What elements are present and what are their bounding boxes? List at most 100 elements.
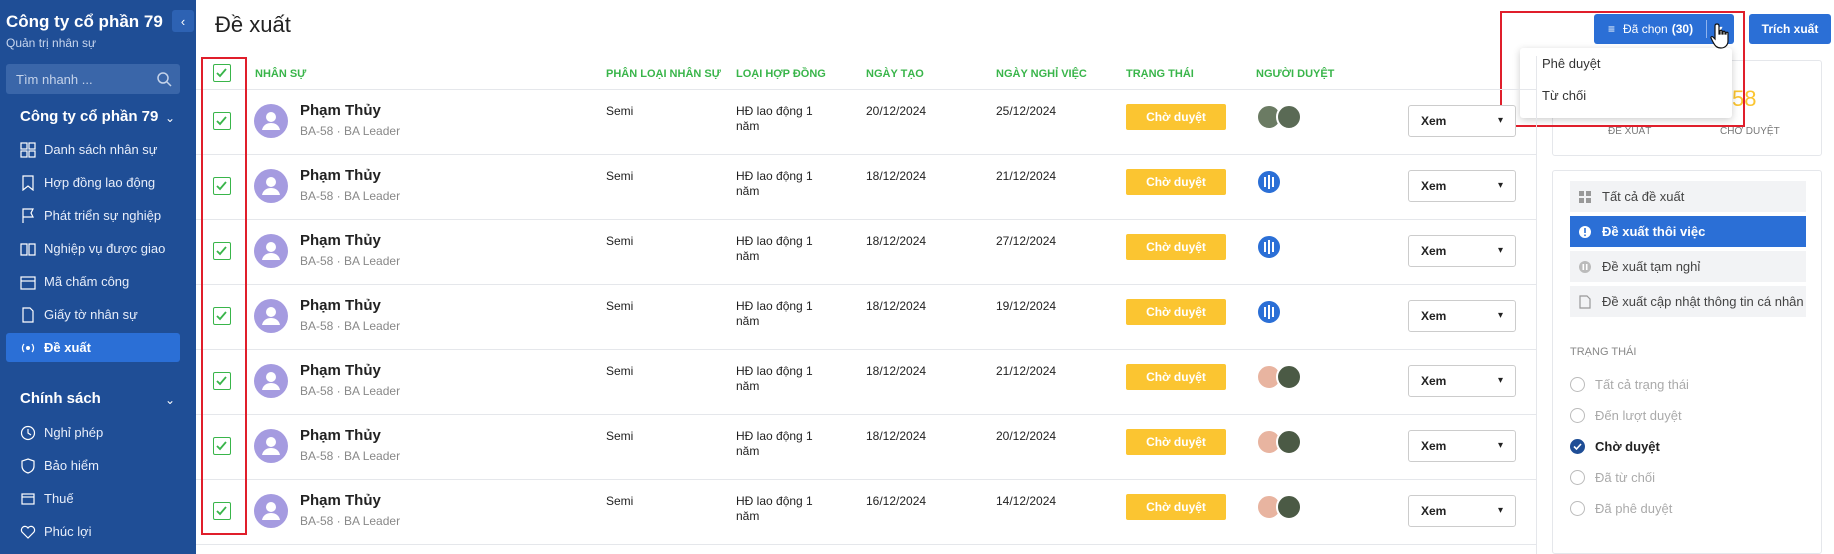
view-action-label: Xem	[1421, 114, 1447, 128]
status-filter-approved[interactable]: Đã phê duyệt	[1570, 498, 1672, 518]
caret-down-icon: ▾	[1497, 310, 1503, 321]
category-temporary-leave[interactable]: Đề xuất tạm nghỉ	[1570, 251, 1806, 282]
group-company[interactable]: Công ty cổ phần 79	[20, 108, 158, 125]
employee-name[interactable]: Phạm Thủy	[300, 362, 381, 379]
table-row[interactable]: Phạm Thủy BA-58 · BA Leader Semi HĐ lao …	[196, 350, 1536, 415]
created-date: 18/12/2024	[866, 429, 927, 443]
status-badge: Chờ duyệt	[1126, 494, 1226, 520]
table-row[interactable]: Phạm Thủy BA-58 · BA Leader Semi HĐ lao …	[196, 415, 1536, 480]
view-action-select[interactable]: Xem ▾	[1408, 235, 1516, 267]
approver-avatar	[1276, 429, 1302, 455]
column-created-date: NGÀY TẠO	[866, 68, 924, 80]
view-action-select[interactable]: Xem ▾	[1408, 105, 1516, 137]
approver-avatar	[1256, 234, 1282, 260]
status-filter-label: Đã từ chối	[1595, 469, 1656, 485]
sidebar-item-proposals[interactable]: Đề xuất	[6, 333, 180, 362]
contract-line-1: HĐ lao động 1	[736, 104, 813, 118]
category-update-info[interactable]: Đề xuất cập nhật thông tin cá nhân	[1570, 286, 1806, 317]
contract-line-2: năm	[736, 249, 760, 263]
employee-name[interactable]: Phạm Thủy	[300, 102, 381, 119]
created-date: 18/12/2024	[866, 169, 927, 183]
column-approver: NGƯỜI DUYỆT	[1256, 68, 1335, 80]
sidebar-item-employees[interactable]: Danh sách nhân sự	[6, 135, 180, 164]
hand-cursor-icon	[1710, 23, 1729, 49]
approver-avatar	[1256, 169, 1282, 195]
employee-name[interactable]: Phạm Thủy	[300, 297, 381, 314]
sidebar-item-benefits[interactable]: Phúc lợi	[6, 517, 180, 546]
clock-icon	[20, 425, 36, 440]
category-resignation[interactable]: Đề xuất thôi việc	[1570, 216, 1806, 247]
chevron-down-icon[interactable]: ⌄	[165, 111, 175, 125]
alert-icon	[1579, 225, 1591, 238]
employee-type: Semi	[606, 169, 634, 183]
contract-line-1: HĐ lao động 1	[736, 429, 813, 443]
caret-down-icon: ▾	[1497, 245, 1503, 256]
avatar	[254, 104, 288, 138]
table-row[interactable]: Phạm Thủy BA-58 · BA Leader Semi HĐ lao …	[196, 155, 1536, 220]
contract-type: HĐ lao động 1 năm	[736, 364, 813, 394]
stat-label-proposals: ĐỀ XUẤT	[1608, 126, 1652, 137]
approver-avatar	[1276, 104, 1302, 130]
chevron-left-icon: ‹	[180, 13, 186, 29]
view-action-select[interactable]: Xem ▾	[1408, 300, 1516, 332]
table-row[interactable]: Phạm Thủy BA-58 · BA Leader Semi HĐ lao …	[196, 220, 1536, 285]
employee-code-role: BA-58 · BA Leader	[300, 384, 401, 398]
radio-icon	[1570, 469, 1585, 485]
sidebar-item-label: Nghiệp vụ được giao	[44, 241, 166, 256]
category-label: Đề xuất thôi việc	[1602, 224, 1706, 239]
employee-type: Semi	[606, 234, 634, 248]
radio-icon	[1570, 376, 1585, 392]
status-filter-label: Tất cả trạng thái	[1595, 376, 1689, 392]
view-action-select[interactable]: Xem ▾	[1408, 365, 1516, 397]
employee-name[interactable]: Phạm Thủy	[300, 167, 381, 184]
sidebar-item-contracts[interactable]: Hợp đồng lao động	[6, 168, 180, 197]
search-input[interactable]	[6, 64, 156, 94]
calendar-icon	[20, 275, 36, 290]
sidebar-item-timekeeping[interactable]: Mã chấm công	[6, 267, 180, 296]
employee-type: Semi	[606, 364, 634, 378]
column-leave-date: NGÀY NGHỈ VIỆC	[996, 68, 1087, 80]
sidebar-item-tax[interactable]: Thuế	[6, 484, 180, 513]
view-action-select[interactable]: Xem ▾	[1408, 430, 1516, 462]
caret-down-icon: ▾	[1497, 440, 1503, 451]
column-contract-type: LOẠI HỢP ĐỒNG	[736, 68, 826, 80]
sidebar-item-insurance[interactable]: Bảo hiểm	[6, 451, 180, 480]
sidebar-item-career[interactable]: Phát triển sự nghiệp	[6, 201, 180, 230]
sidebar-item-label: Phát triển sự nghiệp	[44, 208, 162, 223]
view-action-label: Xem	[1421, 374, 1447, 388]
view-action-select[interactable]: Xem ▾	[1408, 170, 1516, 202]
avatar	[254, 429, 288, 463]
sidebar-item-leave[interactable]: Nghỉ phép	[6, 418, 180, 447]
category-label: Đề xuất cập nhật thông tin cá nhân	[1602, 294, 1804, 309]
leave-date: 21/12/2024	[996, 169, 1057, 183]
category-all[interactable]: Tất cả đề xuất	[1570, 181, 1806, 212]
chevron-down-icon[interactable]: ⌄	[165, 393, 175, 407]
table-row[interactable]: Phạm Thủy BA-58 · BA Leader Semi HĐ lao …	[196, 285, 1536, 350]
caret-down-icon: ▾	[1497, 180, 1503, 191]
user-icon	[262, 437, 280, 455]
sidebar-item-documents[interactable]: Giấy tờ nhân sự	[6, 300, 180, 329]
group-policy[interactable]: Chính sách	[20, 390, 101, 407]
status-badge: Chờ duyệt	[1126, 364, 1226, 390]
status-filter-rejected[interactable]: Đã từ chối	[1570, 467, 1655, 487]
status-filter-my-turn[interactable]: Đến lượt duyệt	[1570, 405, 1682, 425]
status-filter-pending[interactable]: Chờ duyệt	[1570, 436, 1660, 456]
view-action-select[interactable]: Xem ▾	[1408, 495, 1516, 527]
table-row[interactable]: Phạm Thủy BA-58 · BA Leader Semi HĐ lao …	[196, 90, 1536, 155]
employee-code-role: BA-58 · BA Leader	[300, 449, 401, 463]
collapse-sidebar-button[interactable]: ‹	[172, 10, 194, 32]
employee-type: Semi	[606, 494, 634, 508]
table-row[interactable]: Phạm Thủy BA-58 · BA Leader Semi HĐ lao …	[196, 480, 1536, 545]
contract-line-2: năm	[736, 379, 760, 393]
avatar	[254, 234, 288, 268]
export-button[interactable]: Trích xuất	[1749, 14, 1831, 44]
employee-name[interactable]: Phạm Thủy	[300, 492, 381, 509]
status-filter-all[interactable]: Tất cả trạng thái	[1570, 374, 1689, 394]
search-icon[interactable]	[156, 71, 172, 87]
approver-avatar	[1276, 364, 1302, 390]
employee-name[interactable]: Phạm Thủy	[300, 232, 381, 249]
sidebar-item-assignments[interactable]: Nghiệp vụ được giao	[6, 234, 180, 263]
contract-line-2: năm	[736, 509, 760, 523]
quick-search	[6, 64, 180, 94]
employee-name[interactable]: Phạm Thủy	[300, 427, 381, 444]
